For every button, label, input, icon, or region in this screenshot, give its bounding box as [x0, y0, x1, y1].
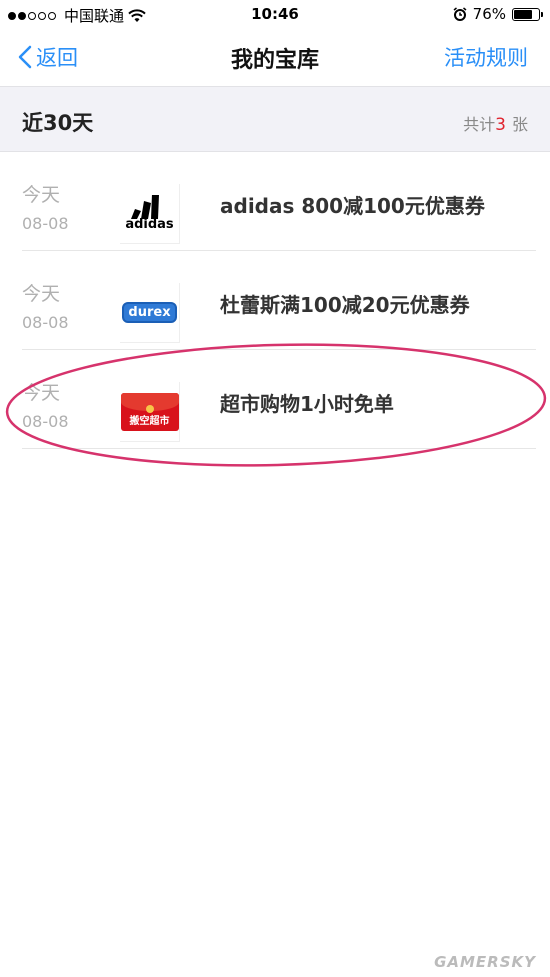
count-suffix: 张 — [511, 115, 528, 134]
list-item[interactable]: 今天 08-08 搬空超市 超市购物1小时免单 — [22, 350, 536, 449]
watermark: GAMERSKY — [434, 953, 536, 971]
item-title: adidas 800减100元优惠券 — [220, 194, 485, 218]
coupon-count: 共计 3 张 — [463, 111, 528, 135]
alarm-clock-icon — [453, 7, 467, 21]
item-title: 超市购物1小时免单 — [220, 392, 394, 416]
adidas-stripes-icon — [131, 195, 160, 219]
battery-icon — [512, 7, 543, 21]
section-header: 近30天 共计 3 张 — [0, 86, 550, 152]
red-envelope-logo: 搬空超市 — [120, 382, 180, 442]
adidas-logo-text: adidas — [125, 217, 174, 232]
chevron-left-icon — [18, 45, 32, 69]
item-date: 08-08 — [22, 313, 69, 332]
activity-rules-link[interactable]: 活动规则 — [444, 42, 528, 72]
item-day: 今天 — [22, 283, 61, 305]
item-day: 今天 — [22, 382, 61, 404]
status-bar: 中国联通 10:46 76% — [0, 0, 550, 30]
count-value: 3 — [495, 115, 506, 135]
list-item[interactable]: 今天 08-08 adidas adidas 800减100元优惠券 — [22, 152, 536, 251]
adidas-logo: adidas — [120, 184, 180, 244]
item-title: 杜蕾斯满100减20元优惠券 — [220, 293, 470, 317]
battery-area: 76% — [453, 5, 543, 23]
red-envelope-icon: 搬空超市 — [120, 392, 179, 431]
section-title: 近30天 — [22, 111, 94, 135]
durex-logo-text: durex — [122, 302, 177, 323]
navigation-bar: 返回 我的宝库 活动规则 — [0, 30, 550, 86]
back-label: 返回 — [36, 46, 78, 70]
battery-percent: 76% — [472, 5, 506, 23]
red-envelope-logo-text: 搬空超市 — [129, 415, 170, 427]
list-item[interactable]: 今天 08-08 durex 杜蕾斯满100减20元优惠券 — [22, 251, 536, 350]
item-day: 今天 — [22, 184, 61, 206]
item-date: 08-08 — [22, 412, 69, 431]
back-button[interactable]: 返回 — [18, 42, 78, 72]
item-date: 08-08 — [22, 214, 69, 233]
count-prefix: 共计 — [463, 115, 496, 134]
coupon-list: 今天 08-08 adidas adidas 800减100元优惠券 今天 08… — [0, 152, 550, 449]
durex-logo: durex — [120, 283, 180, 343]
